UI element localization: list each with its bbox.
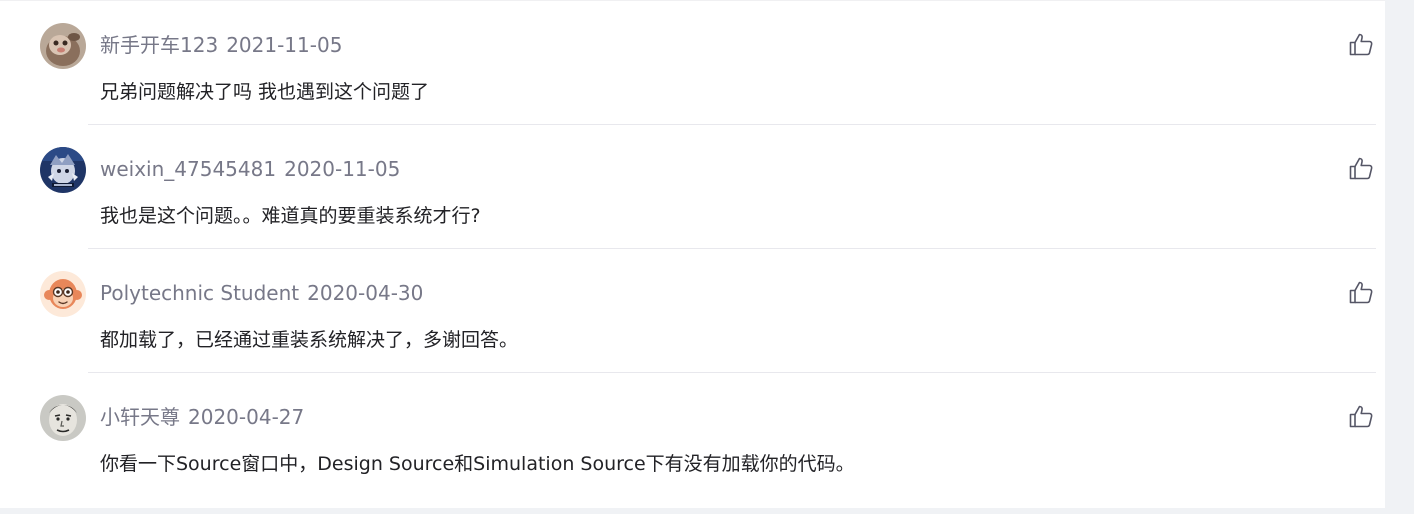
comment-item: Polytechnic Student 2020-04-30 都加载了，已经通过重…: [40, 249, 1376, 373]
comment-meta: weixin_47545481 2020-11-05: [100, 156, 400, 182]
thumbs-up-icon: [1349, 33, 1373, 56]
comment-text: 兄弟问题解决了吗 我也遇到这个问题了: [100, 81, 430, 103]
like-button[interactable]: [1348, 155, 1374, 181]
comment-list: 新手开车123 2021-11-05 兄弟问题解决了吗 我也遇到这个问题了 we…: [0, 0, 1385, 509]
thumbs-up-icon: [1349, 281, 1373, 304]
monkey-avatar-icon: [40, 271, 86, 317]
comment-meta: 新手开车123 2021-11-05: [100, 32, 342, 58]
comment-meta: 小轩天尊 2020-04-27: [100, 404, 304, 430]
avatar[interactable]: [40, 147, 86, 193]
comment-item: 小轩天尊 2020-04-27 你看一下Source窗口中，Design Sour…: [40, 373, 1376, 497]
thumbs-up-icon: [1349, 405, 1373, 428]
comment-date: 2020-11-05: [284, 157, 401, 181]
avatar[interactable]: [40, 271, 86, 317]
page-bottom-edge: [0, 508, 1414, 514]
avatar[interactable]: [40, 395, 86, 441]
avatar[interactable]: [40, 23, 86, 69]
comment-date: 2020-04-30: [307, 281, 424, 305]
like-button[interactable]: [1348, 279, 1374, 305]
comment-date: 2020-04-27: [188, 405, 305, 429]
thumbs-up-icon: [1349, 157, 1373, 180]
username[interactable]: 新手开车123: [100, 33, 218, 57]
comment-text: 我也是这个问题。。难道真的要重装系统才行?: [100, 205, 481, 227]
comment-item: 新手开车123 2021-11-05 兄弟问题解决了吗 我也遇到这个问题了: [40, 1, 1376, 125]
sketch-face-avatar-icon: [40, 395, 86, 441]
anime-character-avatar-icon: [40, 147, 86, 193]
username[interactable]: Polytechnic Student: [100, 281, 299, 305]
comment-text: 都加载了，已经通过重装系统解决了，多谢回答。: [100, 329, 519, 351]
comment-item: weixin_47545481 2020-11-05 我也是这个问题。。难道真的要…: [40, 125, 1376, 249]
comment-meta: Polytechnic Student 2020-04-30: [100, 280, 423, 306]
like-button[interactable]: [1348, 31, 1374, 57]
username[interactable]: weixin_47545481: [100, 157, 276, 181]
like-button[interactable]: [1348, 403, 1374, 429]
username[interactable]: 小轩天尊: [100, 405, 180, 429]
cartoon-creature-avatar-icon: [40, 23, 86, 69]
comment-text: 你看一下Source窗口中，Design Source和Simulation S…: [100, 453, 855, 475]
comment-date: 2021-11-05: [226, 33, 343, 57]
